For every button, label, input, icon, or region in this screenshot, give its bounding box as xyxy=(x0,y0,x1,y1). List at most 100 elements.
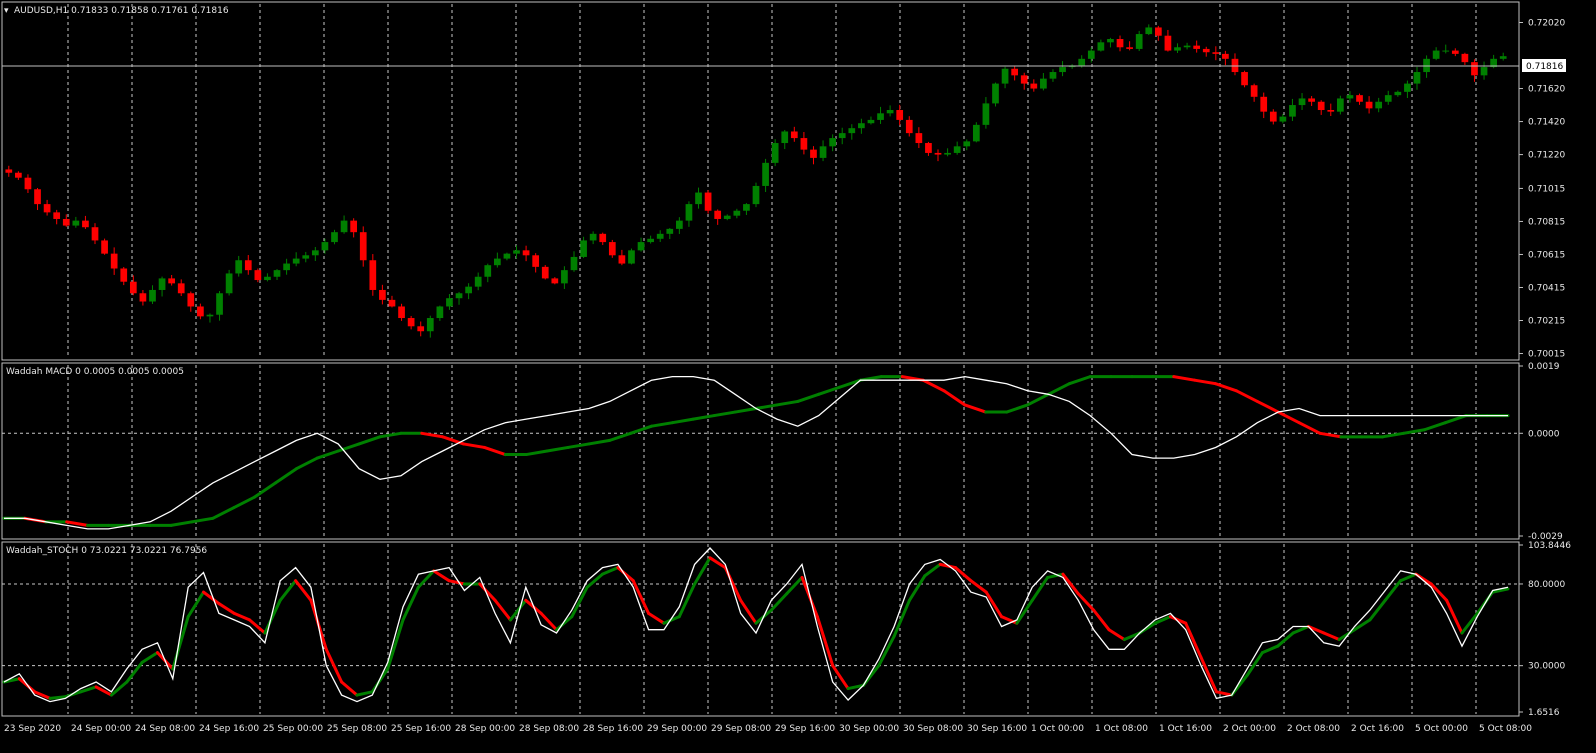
stoch-main-segment xyxy=(1153,615,1172,625)
y-tick-label: 0.72020 xyxy=(1528,19,1565,29)
candle-body xyxy=(369,260,377,290)
candle-body xyxy=(407,318,415,327)
y-tick-label: 0.71420 xyxy=(1528,118,1565,128)
candle-body xyxy=(1375,101,1383,109)
candle-body xyxy=(656,233,664,239)
stoch-main-segment xyxy=(1107,628,1126,642)
macd-pane-label: Waddah MACD 0 0.0005 0.0005 0.0005 xyxy=(6,367,184,377)
candle-body xyxy=(858,123,865,129)
candle-body xyxy=(110,253,118,269)
candle-body xyxy=(302,255,310,259)
candle-body xyxy=(1279,116,1287,122)
macd-main-segment xyxy=(1443,414,1468,425)
candle-body xyxy=(599,233,607,243)
x-tick-label: 30 Sep 08:00 xyxy=(903,724,963,734)
stoch-main-segment xyxy=(1276,631,1295,648)
y-tick-label: 0.0000 xyxy=(1528,429,1560,439)
macd-main-segment xyxy=(232,495,257,510)
x-tick-label: 25 Sep 16:00 xyxy=(391,724,451,734)
stoch-main-segment xyxy=(278,579,298,602)
y-tick-label: 0.70415 xyxy=(1528,283,1565,293)
candle-body xyxy=(503,253,511,259)
stoch-main-segment xyxy=(217,602,236,615)
stoch-main-segment xyxy=(616,566,635,583)
macd-main-segment xyxy=(65,520,90,527)
macd-main-segment xyxy=(1402,428,1426,435)
candle-body xyxy=(628,250,635,264)
stoch-main-segment xyxy=(1322,631,1341,642)
candle-body xyxy=(273,270,281,277)
stoch-main-segment xyxy=(1445,598,1464,635)
macd-main-segment xyxy=(587,438,612,446)
y-tick-label: 0.71015 xyxy=(1528,184,1565,194)
candle-body xyxy=(398,306,405,319)
candle-body xyxy=(168,278,175,284)
candle-body xyxy=(953,146,961,153)
candle-body xyxy=(1222,53,1229,59)
candle-body xyxy=(637,242,645,251)
x-tick-label: 28 Sep 08:00 xyxy=(519,724,579,734)
candle-body xyxy=(1289,105,1296,117)
candle-body xyxy=(1499,56,1507,59)
stoch-main-segment xyxy=(432,569,451,583)
macd-main-segment xyxy=(1046,382,1071,396)
candle-body xyxy=(867,119,875,124)
macd-main-segment xyxy=(754,403,779,410)
x-tick-label: 2 Oct 08:00 xyxy=(1287,724,1340,734)
candle-body xyxy=(1442,50,1450,52)
candle-body xyxy=(608,242,616,256)
macd-main-segment xyxy=(462,442,486,449)
macd-main-segment xyxy=(1214,382,1238,393)
x-tick-label: 2 Oct 00:00 xyxy=(1223,724,1276,734)
macd-pane-frame xyxy=(1,362,1520,540)
candle-body xyxy=(618,255,626,264)
candle-body xyxy=(925,143,932,153)
triangle-down-icon[interactable]: ▾ xyxy=(4,6,9,16)
candle-body xyxy=(350,220,358,233)
candle-body xyxy=(1126,47,1133,49)
macd-main-segment xyxy=(1381,431,1406,439)
candle-body xyxy=(819,146,827,158)
macd-main-segment xyxy=(420,431,445,439)
y-tick-label: 0.70215 xyxy=(1528,317,1565,327)
candle-body xyxy=(1480,67,1488,76)
y-tick-label: 0.0019 xyxy=(1528,362,1560,372)
candle-body xyxy=(1183,45,1191,48)
stoch-main-segment xyxy=(263,598,282,635)
candle-body xyxy=(838,133,846,139)
candle-body xyxy=(283,263,290,271)
candle-body xyxy=(829,138,836,147)
stoch-main-segment xyxy=(585,572,605,589)
macd-main-segment xyxy=(775,399,800,407)
candle-body xyxy=(1461,53,1469,63)
candle-body xyxy=(580,240,587,257)
candle-body xyxy=(292,258,300,264)
candle-body xyxy=(1241,72,1248,86)
macd-lines xyxy=(2,375,1510,530)
candle-body xyxy=(1030,83,1038,89)
x-tick-label: 29 Sep 00:00 xyxy=(647,724,707,734)
candle-body xyxy=(388,299,396,307)
candle-body xyxy=(1135,34,1143,49)
candle-body xyxy=(244,260,252,271)
stoch-main-segment xyxy=(1092,608,1111,632)
stoch-main-segment xyxy=(539,611,558,632)
candle-body xyxy=(426,318,434,332)
y-tick-label: 1.6516 xyxy=(1528,708,1560,718)
stoch-main-segment xyxy=(1399,572,1418,583)
macd-main-segment xyxy=(629,424,654,435)
macd-main-segment xyxy=(1067,375,1092,386)
macd-main-segment xyxy=(1297,421,1322,435)
candle-body xyxy=(311,250,319,256)
macd-main-segment xyxy=(1193,378,1218,386)
candle-body xyxy=(1260,96,1268,112)
candle-body xyxy=(1346,95,1354,99)
candle-body xyxy=(1087,50,1095,59)
chart-canvas: ▾ AUDUSD,H1 0.71833 0.71858 0.71761 0.71… xyxy=(1,1,1571,734)
candle-body xyxy=(1145,27,1153,35)
stoch-pane-frame xyxy=(1,541,1520,717)
candle-body xyxy=(570,256,578,271)
macd-main-segment xyxy=(1255,399,1280,414)
candle-body xyxy=(129,281,137,294)
candle-body xyxy=(1250,85,1258,97)
